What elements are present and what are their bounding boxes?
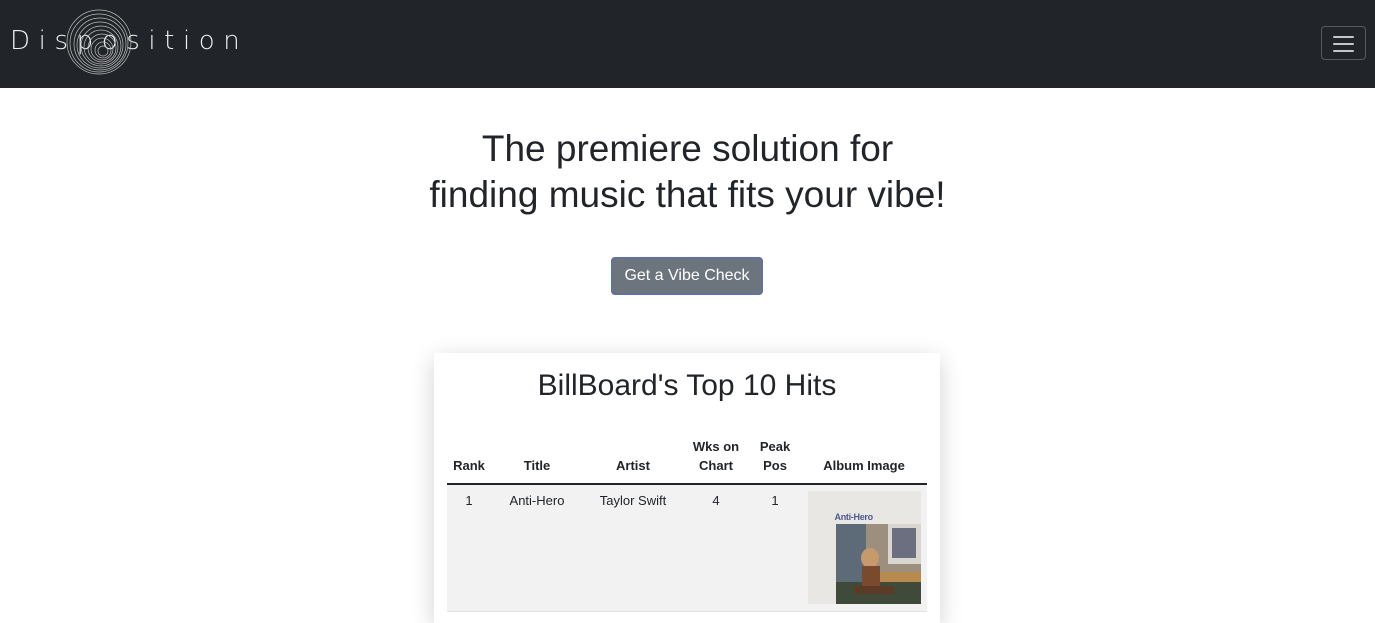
column-header-title: Title bbox=[491, 431, 583, 485]
navbar-toggle-button[interactable] bbox=[1321, 26, 1366, 60]
table-row: 1 Anti-Hero Taylor Swift 4 1 Anti-Hero bbox=[447, 484, 927, 612]
cell-weeks: 4 bbox=[683, 484, 749, 612]
hero-headline: The premiere solution for finding music … bbox=[0, 126, 1375, 218]
top-hits-title: BillBoard's Top 10 Hits bbox=[537, 369, 837, 402]
column-header-weeks: Wks on Chart bbox=[683, 431, 749, 485]
album-cover-title: Anti-Hero bbox=[834, 512, 874, 522]
top-hits-card: BillBoard's Top 10 Hits Rank Title Artis… bbox=[434, 353, 940, 623]
top-navbar: Disposition bbox=[0, 0, 1375, 88]
album-photo-art bbox=[835, 524, 921, 604]
hero-line-2: finding music that fits your vibe! bbox=[429, 174, 946, 215]
cell-album-image: Anti-Hero bbox=[801, 484, 927, 612]
table-header-row: Rank Title Artist Wks on Chart Peak Pos … bbox=[447, 431, 927, 485]
hero-line-1: The premiere solution for bbox=[481, 128, 894, 169]
cell-title: Anti-Hero bbox=[491, 484, 583, 612]
column-header-artist: Artist bbox=[583, 431, 683, 485]
cell-peak: 1 bbox=[749, 484, 801, 612]
cell-rank: 1 bbox=[447, 484, 491, 612]
column-header-rank: Rank bbox=[447, 431, 491, 485]
album-cover-photo bbox=[835, 524, 921, 604]
top-hits-table: Rank Title Artist Wks on Chart Peak Pos … bbox=[447, 431, 927, 612]
column-header-peak: Peak Pos bbox=[749, 431, 801, 485]
album-cover-image: Anti-Hero bbox=[807, 491, 921, 604]
vibe-check-button[interactable]: Get a Vibe Check bbox=[611, 257, 763, 295]
vinyl-rings-icon bbox=[66, 9, 132, 75]
column-header-album-image: Album Image bbox=[801, 431, 927, 485]
cell-artist: Taylor Swift bbox=[583, 484, 683, 612]
